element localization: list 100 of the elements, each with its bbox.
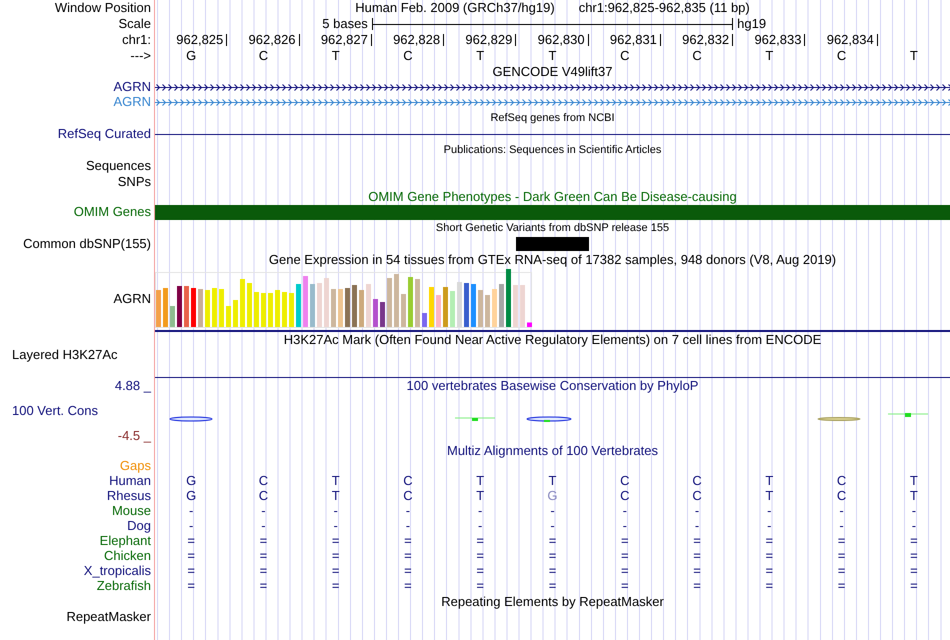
aligned-base: C — [258, 473, 268, 488]
conservation-mark — [454, 418, 496, 421]
track-title: GENCODE V49lift37 — [492, 64, 612, 80]
track-title: Short Genetic Variants from dbSNP release 155 — [436, 222, 670, 234]
aligned-base: = — [548, 548, 556, 564]
aligned-base: = — [910, 533, 918, 548]
aligned-base: = — [476, 533, 484, 548]
aligned-base: = — [332, 578, 340, 594]
assembly-label: hg19 — [737, 16, 766, 31]
aligned-base: G — [186, 488, 196, 504]
aligned-base: = — [910, 563, 918, 578]
aligned-base: = — [838, 533, 846, 548]
aligned-base: = — [548, 563, 556, 578]
aligned-base: = — [404, 533, 412, 548]
track-label: SNPs — [118, 174, 151, 190]
position-label: 962,825 — [176, 34, 228, 46]
track-label: OMIM Genes — [74, 205, 151, 220]
track-title: Publications: Sequences in Scientific Articles — [444, 144, 662, 156]
aligned-base: C — [620, 473, 630, 488]
aligned-base: = — [260, 548, 268, 564]
position-label: 962,826 — [248, 34, 300, 46]
aligned-base: C — [403, 488, 413, 504]
track-label: Common dbSNP(155) — [23, 236, 151, 252]
position-label: 962,829 — [465, 34, 516, 46]
position-label: 962,831 — [610, 34, 661, 46]
aligned-base: = — [766, 533, 774, 548]
species-label: Dog — [127, 519, 151, 534]
aligned-base: - — [912, 518, 916, 534]
position-label: 962,832 — [682, 34, 734, 46]
aligned-base: = — [187, 533, 195, 548]
aligned-base: - — [694, 518, 700, 534]
aligned-base: T — [765, 488, 774, 504]
row-label: Window Position — [54, 0, 151, 16]
aligned-base: T — [910, 473, 918, 488]
base-letter: T — [476, 48, 484, 63]
aligned-base: T — [476, 488, 484, 504]
aligned-base: = — [476, 578, 484, 594]
aligned-base: - — [694, 503, 700, 518]
row-label: Scale — [118, 16, 151, 32]
track-label: RefSeq Curated — [58, 126, 151, 142]
aligned-base: C — [836, 488, 846, 504]
aligned-base: - — [767, 518, 772, 534]
aligned-base: T — [548, 473, 556, 488]
species-label: X_tropicalis — [84, 564, 151, 579]
scale-label: 5 bases — [322, 16, 368, 31]
gene-label[interactable]: AGRN — [113, 80, 151, 95]
position-label: 962,827 — [320, 34, 372, 46]
aligned-base: - — [550, 503, 555, 518]
track-label: AGRN — [113, 292, 151, 306]
species-label: Elephant — [100, 534, 151, 549]
aligned-base: = — [910, 548, 918, 564]
axis-min-label: -4.5 _ — [118, 428, 151, 444]
aligned-base: = — [620, 533, 629, 548]
base-letter: C — [692, 48, 702, 63]
species-label: Chicken — [104, 549, 151, 564]
gaps-label: Gaps — [120, 459, 151, 474]
conservation-mark — [526, 416, 572, 422]
aligned-base: = — [476, 548, 484, 564]
aligned-base: = — [620, 548, 629, 564]
aligned-base: = — [404, 548, 412, 564]
aligned-base: = — [693, 548, 701, 564]
aligned-base: = — [548, 578, 556, 594]
aligned-base: - — [839, 503, 844, 518]
aligned-base: = — [620, 563, 629, 578]
aligned-base: - — [334, 503, 338, 518]
aligned-base: - — [406, 518, 410, 534]
aligned-base: - — [767, 503, 772, 518]
gene-label[interactable]: AGRN — [113, 95, 151, 110]
species-label: Zebrafish — [96, 579, 151, 594]
track-title: Repeating Elements by RepeatMasker — [441, 594, 664, 610]
aligned-base: = — [693, 533, 701, 548]
species-label: Human — [109, 474, 151, 489]
aligned-base: = — [476, 563, 484, 578]
aligned-base: - — [839, 518, 844, 534]
axis-max-label: 4.88 _ — [114, 378, 151, 394]
position-label: 962,828 — [393, 34, 444, 46]
row-label: ---> — [130, 48, 151, 64]
aligned-base: = — [187, 548, 195, 564]
aligned-base: T — [332, 488, 340, 504]
aligned-base: = — [404, 578, 412, 594]
aligned-base: - — [478, 503, 482, 518]
aligned-base: = — [260, 533, 268, 548]
track-title: OMIM Gene Phenotypes - Dark Green Can Be Disease-causing — [368, 190, 737, 205]
aligned-base: - — [188, 503, 194, 518]
track-title: Multiz Alignments of 100 Vertebrates — [446, 444, 658, 459]
conservation-mark — [818, 417, 860, 421]
aligned-base: - — [912, 503, 916, 518]
aligned-base: = — [332, 533, 340, 548]
aligned-base: G — [547, 488, 558, 504]
conservation-mark — [888, 413, 928, 417]
aligned-base: = — [187, 563, 195, 578]
aligned-base: = — [766, 578, 774, 594]
base-letter: G — [186, 48, 196, 63]
aligned-base: - — [188, 518, 194, 534]
aligned-base: = — [620, 578, 629, 594]
aligned-base: C — [692, 473, 702, 488]
base-letter: T — [548, 48, 556, 63]
aligned-base: - — [622, 503, 627, 518]
aligned-base: C — [620, 488, 630, 504]
position-label: 962,834 — [826, 34, 878, 46]
